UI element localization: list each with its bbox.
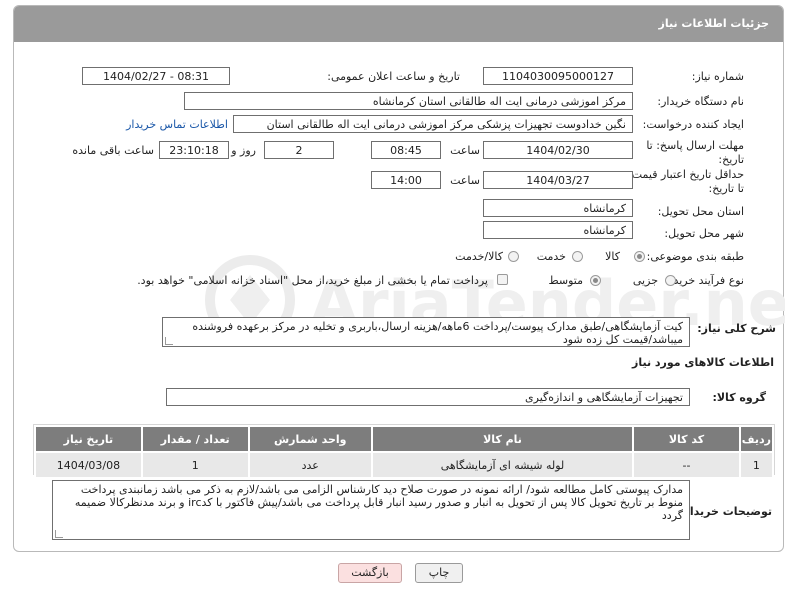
validity-label-line2: تا تاریخ: [708, 182, 744, 195]
items-table: ردیف کد کالا نام کالا واحد شمارش تعداد /… [34, 425, 775, 479]
announce-field: 1404/02/27 - 08:31 [82, 67, 230, 85]
buyer-notes-label: توضیحات خریدار: [679, 505, 772, 518]
process-radio-medium[interactable] [590, 275, 601, 286]
process-option-minor: جزیی [632, 274, 658, 287]
resize-grip-icon[interactable] [55, 530, 63, 538]
col-unit-header: واحد شمارش [247, 425, 373, 453]
items-table-container: ردیف کد کالا نام کالا واحد شمارش تعداد /… [33, 424, 775, 479]
buyer-org-label: نام دستگاه خریدار: [657, 95, 744, 108]
process-option-medium: متوسط [548, 274, 583, 287]
buyer-notes-text: مدارک پیوستی کامل مطالعه شود/ ارائه نمون… [74, 483, 683, 522]
table-row: 1 -- لوله شیشه ای آزمایشگاهی عدد 1 1404/… [34, 451, 775, 479]
remaining-time-field: 23:10:18 [159, 141, 229, 159]
announce-value: 1404/02/27 - 08:31 [102, 70, 210, 83]
category-radio-goods[interactable] [634, 251, 645, 262]
col-row-header: ردیف [738, 425, 775, 453]
deadline-time-label: ساعت [450, 144, 480, 157]
cell-qty: 1 [140, 451, 250, 479]
col-code-header: کد کالا [632, 425, 741, 453]
category-radio-goods-service[interactable] [508, 251, 519, 262]
deadline-date-field: 1404/02/30 [483, 141, 633, 159]
category-option-goods: کالا [605, 250, 620, 263]
remaining-time-label: ساعت باقی مانده [72, 144, 154, 157]
validity-date-field: 1404/03/27 [483, 171, 633, 189]
category-option-goods-service: کالا/خدمت [455, 250, 503, 263]
col-date-header: تاریخ نیاز [34, 425, 143, 453]
panel-header: جزئیات اطلاعات نیاز [14, 6, 783, 42]
category-label: طبقه بندی موضوعی: [646, 250, 744, 263]
province-field: کرمانشاه [483, 199, 633, 217]
resize-grip-icon[interactable] [165, 337, 173, 345]
need-number-field: 1104030095000127 [483, 67, 633, 85]
creator-label: ایجاد کننده درخواست: [642, 118, 744, 131]
description-text: کیت آزمایشگاهی/طبق مدارک پیوست/پرداخت 6م… [192, 320, 683, 346]
col-name-header: نام کالا [370, 425, 635, 453]
buyer-contact-link[interactable]: اطلاعات تماس خریدار [126, 118, 228, 131]
cell-unit: عدد [247, 451, 373, 479]
process-radio-minor[interactable] [665, 275, 676, 286]
goods-section-title: اطلاعات کالاهای مورد نیاز [632, 356, 774, 369]
validity-time-label: ساعت [450, 174, 480, 187]
back-button[interactable]: بازگشت [338, 563, 402, 583]
deadline-label-line2: تاریخ: [718, 153, 744, 166]
description-textarea[interactable]: کیت آزمایشگاهی/طبق مدارک پیوست/پرداخت 6م… [162, 317, 690, 347]
deadline-time-field: 08:45 [371, 141, 441, 159]
col-qty-header: تعداد / مقدار [140, 425, 250, 453]
province-label: استان محل تحویل: [657, 205, 744, 218]
process-type-label: نوع فرآیند خرید : [666, 274, 744, 287]
days-remaining-field: 2 [264, 141, 334, 159]
buyer-org-field: مرکز اموزشی درمانی ایت اله طالقانی استان… [184, 92, 633, 110]
category-option-service: خدمت [536, 250, 566, 263]
days-label: روز و [231, 144, 256, 157]
city-field: کرمانشاه [483, 221, 633, 239]
buyer-notes-textarea[interactable]: مدارک پیوستی کامل مطالعه شود/ ارائه نمون… [52, 480, 690, 540]
cell-code: -- [632, 451, 741, 479]
cell-date: 1404/03/08 [34, 451, 143, 479]
cell-row: 1 [738, 451, 775, 479]
treasury-payment-checkbox[interactable] [497, 274, 508, 285]
cell-name: لوله شیشه ای آزمایشگاهی [370, 451, 635, 479]
goods-group-field: تجهیزات آزمایشگاهی و اندازه‌گیری [166, 388, 690, 406]
need-number-label: شماره نیاز: [691, 70, 744, 83]
category-radio-service[interactable] [572, 251, 583, 262]
city-label: شهر محل تحویل: [664, 227, 744, 240]
description-label: شرح کلی نیاز: [697, 322, 776, 335]
validity-time-field: 14:00 [371, 171, 441, 189]
deadline-label-line1: مهلت ارسال پاسخ: تا [646, 139, 744, 152]
creator-field: نگین خدادوست تجهیزات پزشکی مرکز اموزشی د… [233, 115, 633, 133]
panel-title: جزئیات اطلاعات نیاز [658, 17, 770, 30]
announce-label: تاریخ و ساعت اعلان عمومی: [327, 70, 460, 83]
goods-group-label: گروه کالا: [712, 391, 766, 404]
print-button[interactable]: چاپ [415, 563, 463, 583]
validity-label-line1: حداقل تاریخ اعتبار قیمت: [628, 168, 744, 181]
treasury-payment-note: پرداخت تمام یا بخشی از مبلغ خرید،از محل … [137, 274, 488, 287]
items-table-header: ردیف کد کالا نام کالا واحد شمارش تعداد /… [34, 425, 775, 453]
